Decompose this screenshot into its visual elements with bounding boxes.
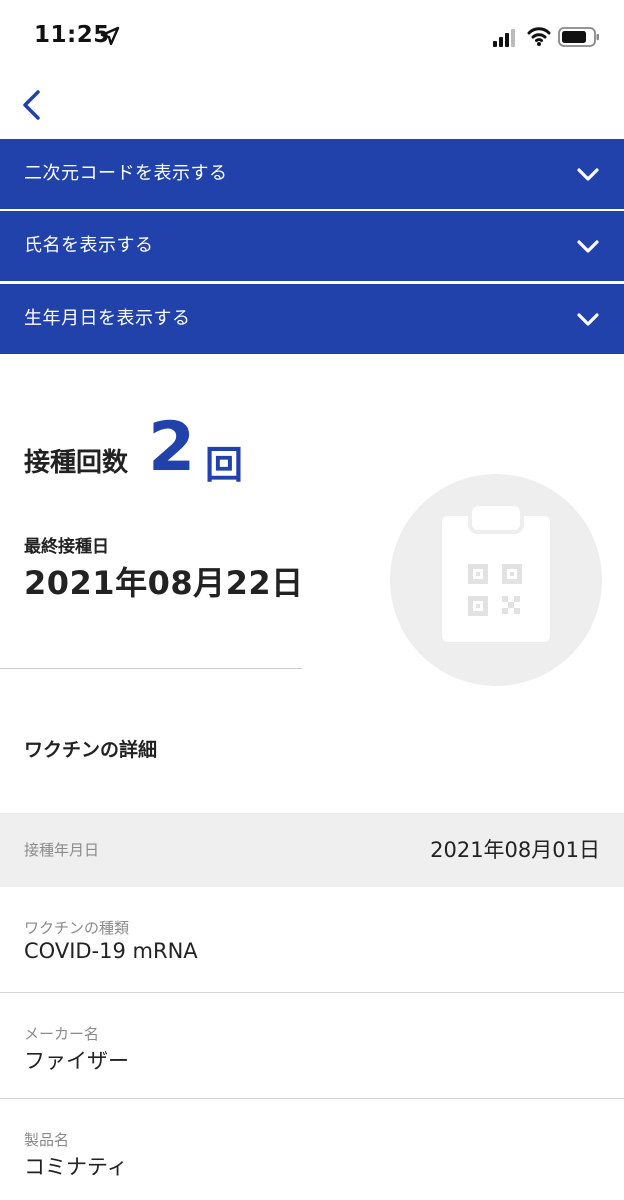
- accordion-label: 二次元コードを表示する: [24, 163, 228, 184]
- dose-count-unit: 回: [205, 443, 244, 487]
- vaccine-details-title: ワクチンの詳細: [24, 739, 158, 761]
- chevron-down-icon: [577, 168, 599, 181]
- product-name-value: コミナティ: [24, 1155, 128, 1179]
- accordion-show-birthdate[interactable]: 生年月日を表示する: [0, 284, 624, 354]
- vaccination-date-value: 2021年08月01日: [430, 838, 600, 862]
- chevron-left-icon: [23, 90, 40, 120]
- location-arrow-icon: [100, 26, 120, 46]
- manufacturer-row: メーカー名 ファイザー: [0, 993, 624, 1099]
- status-bar: 11:25: [0, 0, 624, 76]
- accordion-label: 氏名を表示する: [24, 235, 154, 256]
- vaccine-type-row: ワクチンの種類 COVID-19 mRNA: [0, 887, 624, 993]
- back-button[interactable]: [12, 84, 52, 126]
- wifi-icon: [527, 27, 551, 46]
- vaccine-type-value: COVID-19 mRNA: [24, 939, 198, 963]
- dose-count-value: 2: [148, 408, 196, 487]
- manufacturer-value: ファイザー: [24, 1049, 129, 1073]
- battery-icon: [558, 27, 599, 47]
- product-name-label: 製品名: [24, 1131, 70, 1149]
- accordion-label: 生年月日を表示する: [24, 308, 191, 329]
- clipboard-qr-icon: [442, 502, 550, 642]
- vaccine-type-label: ワクチンの種類: [24, 919, 130, 937]
- last-dose-date-label: 最終接種日: [24, 537, 109, 557]
- last-dose-date-value: 2021年08月22日: [24, 564, 304, 602]
- divider: [0, 668, 302, 669]
- manufacturer-label: メーカー名: [24, 1025, 100, 1043]
- product-name-row: 製品名 コミナティ: [0, 1099, 624, 1200]
- dose-count-label: 接種回数: [24, 448, 129, 478]
- signal-icon: [493, 29, 515, 47]
- chevron-down-icon: [577, 313, 599, 326]
- vaccination-date-label: 接種年月日: [24, 841, 100, 859]
- status-time: 11:25: [34, 22, 110, 48]
- accordion-show-qr-code[interactable]: 二次元コードを表示する: [0, 139, 624, 209]
- chevron-down-icon: [577, 240, 599, 253]
- certificate-badge: [390, 474, 602, 686]
- vaccination-date-row: 接種年月日 2021年08月01日: [0, 813, 624, 887]
- accordion-show-name[interactable]: 氏名を表示する: [0, 211, 624, 281]
